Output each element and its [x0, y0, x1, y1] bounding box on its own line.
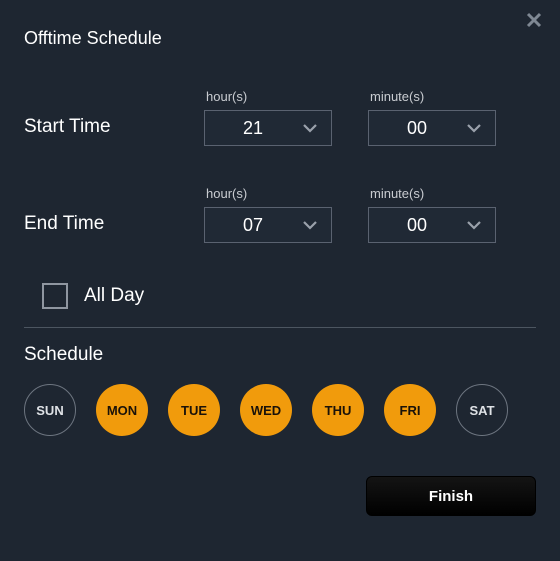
all-day-row: All Day	[24, 283, 536, 309]
start-time-row: Start Time hour(s) 21 minute(s) 00	[24, 89, 536, 146]
all-day-label: All Day	[84, 285, 144, 307]
close-icon	[526, 12, 542, 33]
start-minute-caption: minute(s)	[368, 89, 496, 104]
day-fri[interactable]: FRI	[384, 384, 436, 436]
end-hour-caption: hour(s)	[204, 186, 332, 201]
end-time-pickers: hour(s) 07 minute(s) 00	[204, 186, 496, 243]
schedule-heading: Schedule	[24, 344, 536, 366]
chevron-down-icon	[301, 119, 319, 137]
end-minute-caption: minute(s)	[368, 186, 496, 201]
end-hour-select[interactable]: 07	[204, 207, 332, 243]
start-time-pickers: hour(s) 21 minute(s) 00	[204, 89, 496, 146]
start-time-label: Start Time	[24, 116, 204, 146]
start-minute-select[interactable]: 00	[368, 110, 496, 146]
end-time-row: End Time hour(s) 07 minute(s) 00	[24, 186, 536, 243]
day-mon[interactable]: MON	[96, 384, 148, 436]
start-hour-picker: hour(s) 21	[204, 89, 332, 146]
end-time-label: End Time	[24, 213, 204, 243]
dialog-title: Offtime Schedule	[24, 28, 536, 49]
divider	[24, 327, 536, 328]
end-minute-select[interactable]: 00	[368, 207, 496, 243]
finish-button[interactable]: Finish	[366, 476, 536, 516]
all-day-checkbox[interactable]	[42, 283, 68, 309]
start-minute-picker: minute(s) 00	[368, 89, 496, 146]
chevron-down-icon	[465, 216, 483, 234]
offtime-schedule-dialog: Offtime Schedule Start Time hour(s) 21 m…	[0, 0, 560, 561]
chevron-down-icon	[301, 216, 319, 234]
chevron-down-icon	[465, 119, 483, 137]
day-thu[interactable]: THU	[312, 384, 364, 436]
close-button[interactable]	[522, 10, 546, 34]
start-minute-value: 00	[369, 118, 465, 139]
day-tue[interactable]: TUE	[168, 384, 220, 436]
start-hour-select[interactable]: 21	[204, 110, 332, 146]
start-hour-caption: hour(s)	[204, 89, 332, 104]
start-hour-value: 21	[205, 118, 301, 139]
dialog-footer: Finish	[24, 476, 536, 516]
end-hour-picker: hour(s) 07	[204, 186, 332, 243]
day-sat[interactable]: SAT	[456, 384, 508, 436]
end-minute-value: 00	[369, 215, 465, 236]
end-hour-value: 07	[205, 215, 301, 236]
day-selector: SUN MON TUE WED THU FRI SAT	[24, 384, 536, 436]
day-sun[interactable]: SUN	[24, 384, 76, 436]
day-wed[interactable]: WED	[240, 384, 292, 436]
end-minute-picker: minute(s) 00	[368, 186, 496, 243]
